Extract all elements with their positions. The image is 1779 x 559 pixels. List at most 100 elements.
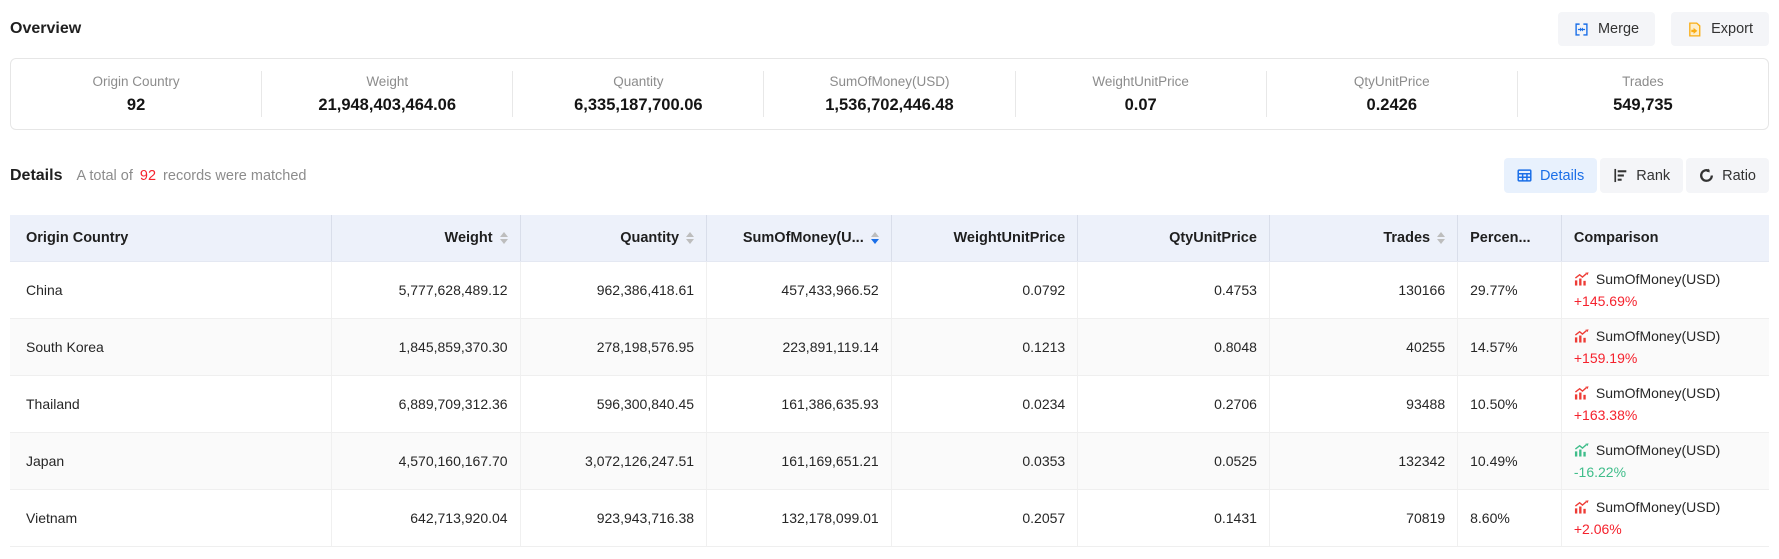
stat-label: Quantity xyxy=(513,74,763,89)
stat-trades: Trades 549,735 xyxy=(1518,74,1768,115)
sort-carets-icon[interactable] xyxy=(500,232,508,244)
comparison-change: +163.38% xyxy=(1574,404,1757,426)
col-sum-of-money[interactable]: SumOfMoney(U... xyxy=(707,215,892,261)
quantity-cell: 278,198,576.95 xyxy=(520,318,706,375)
weight-unit-price-cell: 0.2057 xyxy=(891,489,1077,546)
stat-label: SumOfMoney(USD) xyxy=(764,74,1014,89)
sort-carets-icon-active-desc[interactable] xyxy=(871,232,879,244)
comparison-change: +145.69% xyxy=(1574,290,1757,312)
stat-origin-country: Origin Country 92 xyxy=(11,74,261,115)
sort-carets-icon[interactable] xyxy=(1437,232,1445,244)
quantity-cell: 596,300,840.45 xyxy=(520,375,706,432)
stat-label: Origin Country xyxy=(11,74,261,89)
col-label: Comparison xyxy=(1574,230,1659,246)
trend-chart-down-icon xyxy=(1574,442,1589,457)
table-row: Thailand 6,889,709,312.36 596,300,840.45… xyxy=(10,375,1769,432)
tab-details[interactable]: Details xyxy=(1504,158,1597,193)
ratio-circular-icon xyxy=(1699,168,1714,183)
sum-of-money-cell: 132,178,099.01 xyxy=(707,489,892,546)
col-label: Weight xyxy=(445,230,493,246)
stat-label: WeightUnitPrice xyxy=(1016,74,1266,89)
weight-cell: 1,845,859,370.30 xyxy=(332,318,520,375)
trades-cell: 132342 xyxy=(1269,432,1457,489)
origin-country-cell: Japan xyxy=(10,432,332,489)
comparison-metric: SumOfMoney(USD) xyxy=(1596,268,1720,290)
weight-cell: 6,889,709,312.36 xyxy=(332,375,520,432)
col-label: Quantity xyxy=(620,230,679,246)
details-table: Origin Country Weight Quantity xyxy=(10,215,1769,547)
sum-of-money-cell: 161,386,635.93 xyxy=(707,375,892,432)
qty-unit-price-cell: 0.2706 xyxy=(1078,375,1270,432)
comparison-cell: SumOfMoney(USD) -16.22% xyxy=(1561,432,1769,489)
col-weight[interactable]: Weight xyxy=(332,215,520,261)
stat-value: 0.07 xyxy=(1016,96,1266,115)
stat-qty-unit-price: QtyUnitPrice 0.2426 xyxy=(1267,74,1517,115)
stat-quantity: Quantity 6,335,187,700.06 xyxy=(513,74,763,115)
records-summary: A total of92records were matched xyxy=(76,168,306,184)
details-left: Details A total of92records were matched xyxy=(10,167,307,185)
weight-cell: 5,777,628,489.12 xyxy=(332,261,520,318)
col-label: SumOfMoney(U... xyxy=(743,230,864,246)
details-title: Details xyxy=(10,167,62,185)
tab-rank-label: Rank xyxy=(1636,168,1670,184)
stat-label: Trades xyxy=(1518,74,1768,89)
comparison-change: +159.19% xyxy=(1574,347,1757,369)
details-header: Details A total of92records were matched… xyxy=(10,158,1769,193)
table-row: South Korea 1,845,859,370.30 278,198,576… xyxy=(10,318,1769,375)
top-actions: Merge Export xyxy=(1558,12,1769,46)
comparison-cell: SumOfMoney(USD) +163.38% xyxy=(1561,375,1769,432)
qty-unit-price-cell: 0.8048 xyxy=(1078,318,1270,375)
comparison-change: +2.06% xyxy=(1574,518,1757,540)
comparison-change: -16.22% xyxy=(1574,461,1757,483)
col-label: Origin Country xyxy=(26,230,128,246)
stat-weight: Weight 21,948,403,464.06 xyxy=(262,74,512,115)
weight-unit-price-cell: 0.0353 xyxy=(891,432,1077,489)
col-quantity[interactable]: Quantity xyxy=(520,215,706,261)
overview-stats-card: Origin Country 92 Weight 21,948,403,464.… xyxy=(10,58,1769,130)
stat-value: 549,735 xyxy=(1518,96,1768,115)
table-row: Japan 4,570,160,167.70 3,072,126,247.51 … xyxy=(10,432,1769,489)
sum-of-money-cell: 161,169,651.21 xyxy=(707,432,892,489)
comparison-metric: SumOfMoney(USD) xyxy=(1596,496,1720,518)
percentage-cell: 10.50% xyxy=(1458,375,1562,432)
trades-cell: 93488 xyxy=(1269,375,1457,432)
stat-label: Weight xyxy=(262,74,512,89)
sum-of-money-cell: 223,891,119.14 xyxy=(707,318,892,375)
stat-value: 21,948,403,464.06 xyxy=(262,96,512,115)
qty-unit-price-cell: 0.4753 xyxy=(1078,261,1270,318)
trades-cell: 130166 xyxy=(1269,261,1457,318)
summary-suffix: records were matched xyxy=(163,168,306,184)
tab-ratio-label: Ratio xyxy=(1722,168,1756,184)
page-title: Overview xyxy=(10,20,81,38)
tab-rank[interactable]: Rank xyxy=(1600,158,1683,193)
merge-cells-icon xyxy=(1574,22,1589,37)
view-tab-group: Details Rank Ratio xyxy=(1504,158,1769,193)
percentage-cell: 14.57% xyxy=(1458,318,1562,375)
comparison-cell: SumOfMoney(USD) +2.06% xyxy=(1561,489,1769,546)
stat-value: 6,335,187,700.06 xyxy=(513,96,763,115)
weight-unit-price-cell: 0.0792 xyxy=(891,261,1077,318)
origin-country-cell: Vietnam xyxy=(10,489,332,546)
rank-bars-icon xyxy=(1613,168,1628,183)
sort-carets-icon[interactable] xyxy=(686,232,694,244)
col-origin-country: Origin Country xyxy=(10,215,332,261)
merge-button[interactable]: Merge xyxy=(1558,12,1655,46)
tab-ratio[interactable]: Ratio xyxy=(1686,158,1769,193)
weight-cell: 4,570,160,167.70 xyxy=(332,432,520,489)
col-trades[interactable]: Trades xyxy=(1269,215,1457,261)
percentage-cell: 29.77% xyxy=(1458,261,1562,318)
origin-country-cell: China xyxy=(10,261,332,318)
qty-unit-price-cell: 0.1431 xyxy=(1078,489,1270,546)
col-weight-unit-price: WeightUnitPrice xyxy=(891,215,1077,261)
quantity-cell: 923,943,716.38 xyxy=(520,489,706,546)
stat-value: 1,536,702,446.48 xyxy=(764,96,1014,115)
table-row: China 5,777,628,489.12 962,386,418.61 45… xyxy=(10,261,1769,318)
weight-unit-price-cell: 0.0234 xyxy=(891,375,1077,432)
tab-details-label: Details xyxy=(1540,168,1584,184)
quantity-cell: 3,072,126,247.51 xyxy=(520,432,706,489)
trend-chart-up-icon xyxy=(1574,271,1589,286)
export-button[interactable]: Export xyxy=(1671,12,1769,46)
stat-value: 92 xyxy=(11,96,261,115)
merge-button-label: Merge xyxy=(1598,21,1639,37)
table-grid-icon xyxy=(1517,168,1532,183)
